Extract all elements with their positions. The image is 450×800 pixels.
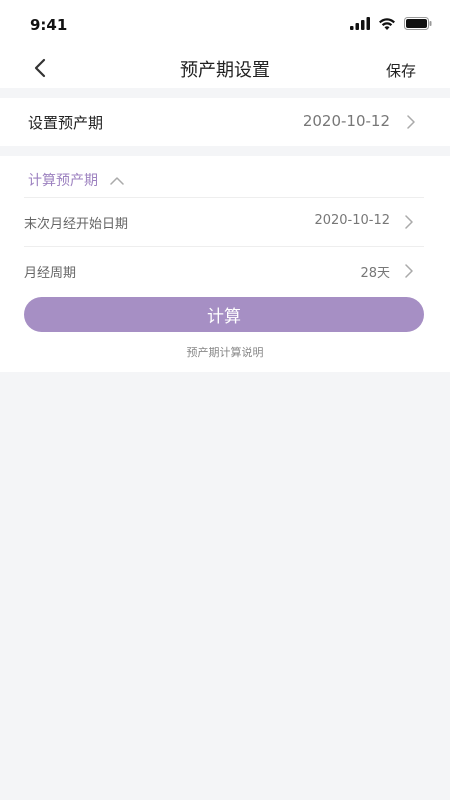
status-time: 9:41: [30, 16, 68, 34]
last-period-row[interactable]: 末次月经开始日期 2020-10-12: [0, 198, 450, 246]
cycle-length-label: 月经周期: [24, 266, 77, 281]
status-bar: 9:41: [0, 0, 450, 48]
chevron-right-icon: [405, 215, 413, 229]
page-title: 预产期设置: [180, 60, 270, 81]
last-period-value: 2020-10-12: [314, 213, 390, 228]
status-icons: [350, 16, 432, 30]
nav-bar: 预产期设置 保存: [0, 48, 450, 88]
calculate-button[interactable]: 计算: [24, 297, 424, 332]
last-period-label: 末次月经开始日期: [24, 217, 129, 232]
due-date-value: 2020-10-12: [302, 112, 390, 130]
calculate-section-title: 计算预产期: [28, 173, 98, 189]
cycle-length-row[interactable]: 月经周期 28天: [0, 247, 450, 295]
cycle-length-value: 28天: [360, 266, 390, 281]
battery-icon: [404, 16, 432, 30]
chevron-right-icon: [405, 264, 413, 278]
chevron-up-icon: [110, 176, 124, 185]
cellular-signal-icon: [350, 16, 370, 30]
chevron-right-icon: [407, 115, 415, 129]
calculate-section: 计算预产期 末次月经开始日期 2020-10-12 月经周期 28天 计算 预产…: [0, 156, 450, 372]
wifi-icon: [379, 17, 395, 30]
save-button[interactable]: 保存: [386, 60, 416, 81]
due-date-row[interactable]: 设置预产期 2020-10-12: [0, 98, 450, 146]
calculate-section-toggle[interactable]: 计算预产期: [28, 170, 124, 190]
due-date-label: 设置预产期: [28, 114, 104, 132]
calculation-explanation-link[interactable]: 预产期计算说明: [0, 344, 450, 360]
